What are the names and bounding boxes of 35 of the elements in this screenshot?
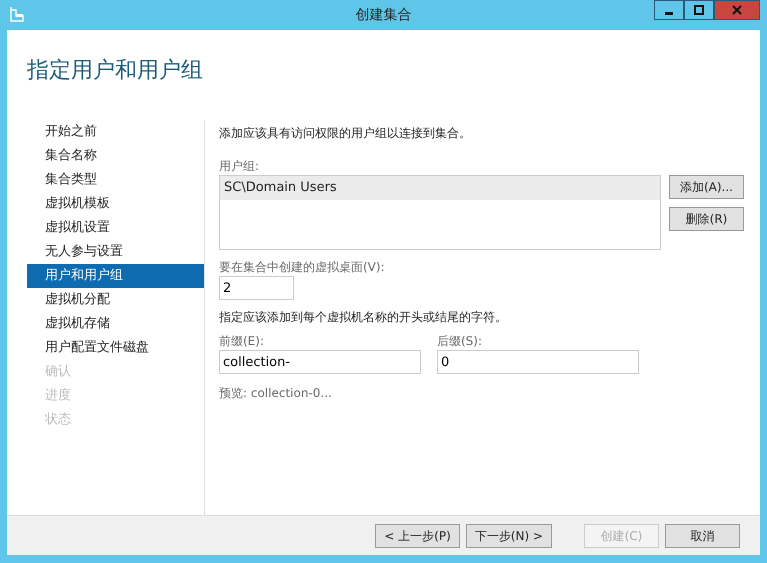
maximize-icon (694, 5, 704, 15)
page-heading: 指定用户和用户组 (27, 58, 203, 83)
text-field[interactable]: collection- (219, 350, 421, 374)
step-item[interactable]: 集合类型 (27, 168, 204, 192)
field-label: 前缀(E): (219, 333, 265, 350)
step-item[interactable]: 虚拟机设置 (27, 216, 204, 240)
list-item[interactable]: SC\Domain Users (220, 176, 660, 200)
step-item[interactable]: 集合名称 (27, 144, 204, 168)
step-item[interactable]: 开始之前 (27, 120, 204, 144)
field-label: 用户组: (219, 158, 260, 175)
list-button[interactable]: 添加(A)... (669, 175, 744, 199)
step-item[interactable]: 虚拟机模板 (27, 192, 204, 216)
footer-button[interactable]: 取消 (665, 524, 740, 548)
field-label: 后缀(S): (437, 333, 484, 350)
minimize-icon (665, 12, 673, 14)
step-item[interactable]: 虚拟机分配 (27, 288, 204, 312)
list-button[interactable]: 删除(R) (669, 207, 744, 231)
close-icon (732, 5, 742, 15)
desktop-count-field[interactable]: 2 (219, 276, 294, 300)
step-item[interactable]: 用户配置文件磁盘 (27, 336, 204, 360)
close-button[interactable] (714, 0, 760, 20)
app-icon (9, 6, 25, 22)
intro-text: 添加应该具有访问权限的用户组以连接到集合。 (219, 125, 472, 142)
hint-text: 指定应该添加到每个虚拟机名称的开头或结尾的字符。 (219, 309, 508, 326)
maximize-button[interactable] (684, 0, 714, 20)
preview-text: 预览: collection-0... (219, 385, 333, 402)
field-label: 要在集合中创建的虚拟桌面(V): (219, 259, 386, 276)
step-item[interactable]: 无人参与设置 (27, 240, 204, 264)
footer-button[interactable]: 下一步(N) > (466, 524, 552, 548)
window-title: 创建集合 (356, 6, 412, 24)
footer-button[interactable]: < 上一步(P) (375, 524, 460, 548)
minimize-button[interactable] (654, 0, 684, 20)
step-item[interactable]: 用户和用户组 (27, 264, 204, 288)
text-field[interactable]: 0 (437, 350, 639, 374)
step-item[interactable]: 虚拟机存储 (27, 312, 204, 336)
